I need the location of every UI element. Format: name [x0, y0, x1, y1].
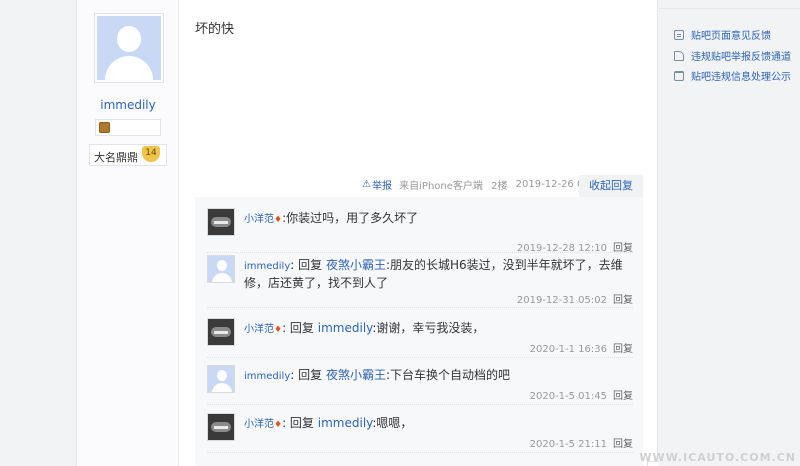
level-badge-box[interactable]: 大名鼎鼎 14: [89, 144, 167, 166]
reply-content: :你装过吗，用了多久坏了: [282, 211, 419, 225]
reply-target[interactable]: 夜煞小霸王: [326, 368, 386, 382]
reply-text: 小洋范♦:你装过吗，用了多久坏了: [244, 210, 632, 229]
post-container: immedily 大名鼎鼎 14 坏的快 ⚠举报 来自iPhone客户端 2楼 …: [76, 0, 707, 466]
report-link[interactable]: 举报: [372, 177, 392, 192]
author-name-link[interactable]: immedily: [77, 98, 179, 112]
reply-time: 2020-1-1 16:36: [529, 344, 607, 355]
reply-username[interactable]: 小洋范: [244, 419, 274, 430]
reply-prefix: : 回复: [290, 258, 323, 272]
trash-icon: [674, 71, 684, 81]
sidebar-link-notice[interactable]: 贴吧违规信息处理公示: [674, 68, 791, 83]
report-flag-icon: [674, 51, 684, 61]
reply-username[interactable]: immedily: [244, 261, 290, 272]
reply-meta: 2019-12-31 05:02 回复: [517, 291, 633, 306]
reply-content: :嗯嗯，: [372, 416, 413, 430]
level-number-badge: 14: [142, 146, 160, 162]
level-name: 大名鼎鼎: [94, 151, 138, 164]
right-sidebar: 贴吧页面意见反馈 违规贴吧举报反馈通道 贴吧违规信息处理公示: [659, 0, 800, 466]
collapse-reply-button[interactable]: 收起回复: [579, 175, 643, 197]
reply-item: 小洋范♦:你装过吗，用了多久坏了 2019-12-28 12:10 回复: [207, 208, 633, 254]
reply-target[interactable]: immedily: [318, 416, 373, 430]
reply-avatar[interactable]: [207, 208, 235, 236]
reply-text: immedily: 回复 夜煞小霸王:朋友的长城H6装过，没到半年就坏了，去维修…: [244, 257, 632, 292]
author-avatar[interactable]: [94, 13, 164, 83]
reply-text: 小洋范♦: 回复 immedily:谢谢，幸亏我没装，: [244, 320, 632, 339]
sidebar-link-feedback[interactable]: 贴吧页面意见反馈: [674, 27, 771, 42]
reply-list: 小洋范♦:你装过吗，用了多久坏了 2019-12-28 12:10 回复 imme…: [195, 197, 643, 466]
reply-meta: 2019-12-28 12:10 回复: [517, 239, 633, 254]
reply-text: immedily: 回复 夜煞小霸王:下台车换个自动档的吧: [244, 367, 632, 385]
sidebar-link-label: 贴吧违规信息处理公示: [691, 72, 791, 83]
reply-button[interactable]: 回复: [613, 439, 633, 450]
reply-time: 2019-12-28 12:10: [516, 243, 607, 254]
reply-button[interactable]: 回复: [613, 344, 633, 355]
reply-prefix: : 回复: [290, 368, 323, 382]
post-floor: 2楼: [491, 181, 508, 192]
reply-content: :谢谢，幸亏我没装，: [372, 321, 485, 335]
reply-item: 小洋范♦: 回复 immedily:嗯嗯， 2020-1-5 21:11 回复: [207, 413, 633, 453]
sidebar-link-report[interactable]: 违规贴吧举报反馈通道: [674, 48, 791, 63]
post-source: 来自iPhone客户端: [399, 181, 483, 192]
reply-button[interactable]: 回复: [613, 295, 633, 306]
reply-prefix: : 回复: [282, 321, 314, 335]
reply-meta: 2020-1-1 16:36 回复: [530, 340, 633, 355]
reply-avatar[interactable]: [207, 365, 235, 393]
reply-target[interactable]: immedily: [318, 321, 373, 335]
default-avatar-icon: [97, 16, 161, 80]
reply-item: immedily: 回复 夜煞小霸王:朋友的长城H6装过，没到半年就坏了，去维修…: [207, 255, 633, 308]
reply-time: 2020-1-5 01:45: [529, 391, 607, 402]
reply-target[interactable]: 夜煞小霸王: [326, 258, 386, 272]
fire-icon: ♦: [274, 215, 283, 225]
fire-icon: ♦: [274, 420, 283, 430]
reply-text: 小洋范♦: 回复 immedily:嗯嗯，: [244, 415, 632, 434]
watermark: WWW.ICAUTO.COM.CN: [639, 451, 796, 464]
fire-icon: ♦: [274, 325, 283, 335]
reply-time: 2019-12-31 05:02: [516, 295, 607, 306]
author-column: immedily 大名鼎鼎 14: [77, 0, 179, 466]
reply-content: :下台车换个自动档的吧: [385, 368, 510, 382]
sidebar-link-label: 违规贴吧举报反馈通道: [691, 52, 791, 63]
reply-item: 小洋范♦: 回复 immedily:谢谢，幸亏我没装， 2020-1-1 16:…: [207, 318, 633, 358]
reply-username[interactable]: immedily: [244, 371, 290, 382]
medal-box: [95, 119, 161, 136]
medal-icon[interactable]: [99, 122, 110, 133]
reply-button[interactable]: 回复: [613, 243, 633, 254]
reply-meta: 2020-1-5 01:45 回复: [530, 387, 633, 402]
reply-username[interactable]: 小洋范: [244, 324, 274, 335]
warning-icon[interactable]: ⚠: [362, 179, 371, 190]
sidebar-link-label: 贴吧页面意见反馈: [691, 31, 771, 42]
page-left-margin: [0, 0, 76, 466]
reply-username[interactable]: 小洋范: [244, 214, 274, 225]
reply-item: immedily: 回复 夜煞小霸王:下台车换个自动档的吧 2020-1-5 0…: [207, 365, 633, 405]
reply-time: 2020-1-5 21:11: [529, 439, 607, 450]
reply-button[interactable]: 回复: [613, 391, 633, 402]
reply-avatar[interactable]: [207, 413, 235, 441]
feedback-doc-icon: [674, 30, 684, 40]
sidebar-divider: [659, 8, 800, 9]
reply-avatar[interactable]: [207, 318, 235, 346]
reply-prefix: : 回复: [282, 416, 314, 430]
post-content: 坏的快: [195, 22, 235, 37]
reply-avatar[interactable]: [207, 255, 235, 283]
reply-meta: 2020-1-5 21:11 回复: [530, 435, 633, 450]
